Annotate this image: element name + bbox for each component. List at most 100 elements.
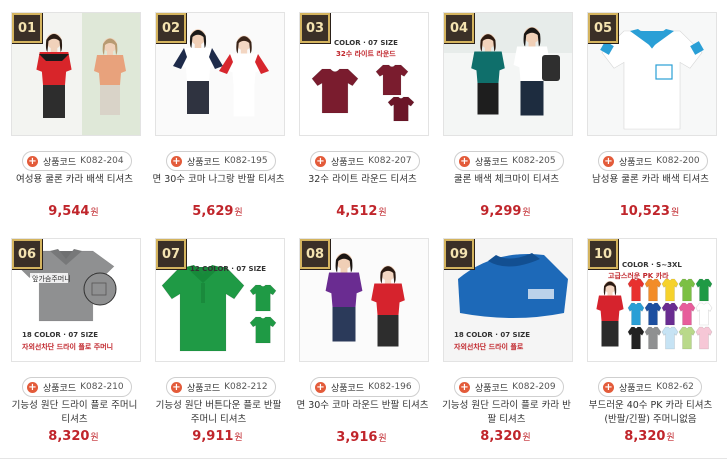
- product-price: 9,299: [480, 204, 522, 219]
- product-code-pill[interactable]: + 상품코드 K082-210: [22, 377, 132, 397]
- currency-unit: 원: [90, 433, 99, 443]
- product-code-label: 상품코드: [43, 157, 77, 168]
- product-price-wrap: 9,299원: [434, 204, 577, 219]
- product-code: K082-210: [80, 382, 124, 392]
- product-code-pill[interactable]: + 상품코드 K082-212: [166, 377, 276, 397]
- product-feature-tag: 앞가슴주머니: [32, 275, 71, 283]
- rank-badge: 03: [300, 13, 330, 43]
- product-code-label: 상품코드: [619, 383, 653, 394]
- product-code-label: 상품코드: [331, 383, 365, 394]
- product-thumbnail[interactable]: 05: [587, 12, 717, 136]
- product-code-label: 상품코드: [187, 383, 221, 394]
- product-code-pill[interactable]: + 상품코드 K082-207: [310, 151, 420, 171]
- product-title[interactable]: 32수 라이트 라운드 티셔츠: [294, 173, 431, 187]
- product-price: 5,629: [192, 204, 234, 219]
- product-card[interactable]: 06 18 COLOR · 07 SIZE 자외선차단 드라이 플로 주머니 앞…: [2, 226, 145, 444]
- product-banner-subtitle: 고급스러운 PK 카라: [608, 272, 669, 280]
- rank-badge: 05: [588, 13, 618, 43]
- rank-number: 06: [17, 246, 37, 262]
- product-card[interactable]: 10 COLOR · S~3XL 고급스러운 PK 카라 + 상품코드 K082…: [578, 226, 721, 444]
- product-banner-subtitle: 자외선차단 드라이 플로 주머니: [22, 343, 114, 351]
- product-thumbnail[interactable]: 09 18 COLOR · 07 SIZE 자외선차단 드라이 플로: [443, 238, 573, 362]
- product-code-pill[interactable]: + 상품코드 K082-204: [22, 151, 132, 171]
- product-card[interactable]: 02 + 상품코드 K082-195 면 30수 코마 나그랑 반팔 티셔츠 5…: [146, 0, 289, 219]
- product-code: K082-62: [656, 382, 694, 392]
- product-code-pill[interactable]: + 상품코드 K082-196: [310, 377, 420, 397]
- rank-badge: 02: [156, 13, 186, 43]
- rank-number: 09: [449, 246, 469, 262]
- product-title[interactable]: 쿨론 배색 체크마이 티셔츠: [438, 173, 575, 187]
- product-thumbnail[interactable]: 08: [299, 238, 429, 362]
- product-price-wrap: 10,523원: [578, 204, 721, 219]
- product-code: K082-204: [80, 156, 124, 166]
- product-card[interactable]: 05 + 상품코드 K082-200 남성용 쿨론 카라 배색 티셔츠 10,5…: [578, 0, 721, 219]
- product-thumbnail[interactable]: 03 COLOR · 07 SIZE 32수 라이트 라운드: [299, 12, 429, 136]
- plus-icon: +: [315, 381, 326, 393]
- product-price: 10,523: [619, 204, 670, 219]
- product-card[interactable]: 07 12 COLOR · 07 SIZE + 상품코드 K082-212 기능…: [146, 226, 289, 444]
- product-code-pill[interactable]: + 상품코드 K082-200: [598, 151, 708, 171]
- product-price-wrap: 9,544원: [2, 204, 145, 219]
- product-code-pill[interactable]: + 상품코드 K082-195: [166, 151, 276, 171]
- product-title[interactable]: 기능성 원단 드라이 플로 카라 반팔 티셔츠: [438, 399, 575, 427]
- product-thumbnail[interactable]: 01: [11, 12, 141, 136]
- product-code-label: 상품코드: [475, 383, 509, 394]
- product-thumbnail[interactable]: 10 COLOR · S~3XL 고급스러운 PK 카라: [587, 238, 717, 362]
- product-price-wrap: 9,911원: [146, 429, 289, 444]
- currency-unit: 원: [234, 208, 243, 218]
- product-price: 9,911: [192, 429, 234, 444]
- product-banner-colors: 18 COLOR · 07 SIZE: [454, 331, 531, 339]
- plus-icon: +: [27, 155, 38, 167]
- product-title[interactable]: 남성용 쿨론 카라 배색 티셔츠: [582, 173, 719, 187]
- product-thumbnail[interactable]: 06 18 COLOR · 07 SIZE 자외선차단 드라이 플로 주머니 앞…: [11, 238, 141, 362]
- currency-unit: 원: [666, 433, 675, 443]
- product-code-label: 상품코드: [43, 383, 77, 394]
- rank-number: 10: [593, 246, 613, 262]
- product-price-wrap: 8,320원: [578, 429, 721, 444]
- currency-unit: 원: [378, 208, 387, 218]
- product-price: 3,916: [336, 430, 378, 445]
- product-price: 8,320: [48, 429, 90, 444]
- product-code-label: 상품코드: [331, 157, 365, 168]
- product-grid: 01 + 상품코드 K082-204 여성용 쿨론 카라 배색 티셔츠 9,54…: [0, 0, 727, 464]
- rank-number: 08: [305, 246, 325, 262]
- product-card[interactable]: 04 + 상품코드 K082-205 쿨론 배색 체크마이 티셔츠 9,299원: [434, 0, 577, 219]
- product-code-label: 상품코드: [187, 157, 221, 168]
- product-code-pill[interactable]: + 상품코드 K082-209: [454, 377, 564, 397]
- product-card[interactable]: 03 COLOR · 07 SIZE 32수 라이트 라운드 + 상품코드 K0…: [290, 0, 433, 219]
- product-title[interactable]: 여성용 쿨론 카라 배색 티셔츠: [6, 173, 143, 187]
- currency-unit: 원: [670, 208, 680, 218]
- product-title[interactable]: 면 30수 코마 라운드 반팔 티셔츠: [294, 399, 431, 413]
- rank-badge: 06: [12, 239, 42, 269]
- product-code-pill[interactable]: + 상품코드 K082-62: [598, 377, 702, 397]
- product-price: 4,512: [336, 204, 378, 219]
- product-title[interactable]: 부드러운 40수 PK 카라 티셔츠 (반팔/긴팔) 주머니없음: [582, 399, 719, 427]
- product-title[interactable]: 면 30수 코마 나그랑 반팔 티셔츠: [150, 173, 287, 187]
- rank-number: 02: [161, 20, 181, 36]
- product-code: K082-196: [368, 382, 412, 392]
- product-title[interactable]: 기능성 원단 드라이 플로 주머니 티셔츠: [6, 399, 143, 427]
- rank-badge: 08: [300, 239, 330, 269]
- product-card[interactable]: 01 + 상품코드 K082-204 여성용 쿨론 카라 배색 티셔츠 9,54…: [2, 0, 145, 219]
- plus-icon: +: [171, 381, 182, 393]
- rank-badge: 10: [588, 239, 618, 269]
- plus-icon: +: [27, 381, 38, 393]
- product-code-label: 상품코드: [619, 157, 653, 168]
- product-code-label: 상품코드: [475, 157, 509, 168]
- product-card[interactable]: 09 18 COLOR · 07 SIZE 자외선차단 드라이 플로 + 상품코…: [434, 226, 577, 444]
- product-banner-colors: 18 COLOR · 07 SIZE: [22, 331, 99, 339]
- rank-badge: 07: [156, 239, 186, 269]
- bottom-divider: [0, 458, 727, 459]
- product-card[interactable]: 08 + 상품코드 K082-196 면 30수 코마 라운드 반팔 티셔츠 3…: [290, 226, 433, 445]
- product-price-wrap: 8,320원: [2, 429, 145, 444]
- product-title[interactable]: 기능성 원단 버튼다운 플로 반팔 주머니 티셔츠: [150, 399, 287, 427]
- product-code-pill[interactable]: + 상품코드 K082-205: [454, 151, 564, 171]
- product-thumbnail[interactable]: 02: [155, 12, 285, 136]
- currency-unit: 원: [90, 208, 99, 218]
- product-code: K082-207: [368, 156, 412, 166]
- plus-icon: +: [171, 155, 182, 167]
- product-thumbnail[interactable]: 04: [443, 12, 573, 136]
- product-thumbnail[interactable]: 07 12 COLOR · 07 SIZE: [155, 238, 285, 362]
- product-price: 8,320: [624, 429, 666, 444]
- product-banner-colors: COLOR · 07 SIZE: [334, 39, 398, 47]
